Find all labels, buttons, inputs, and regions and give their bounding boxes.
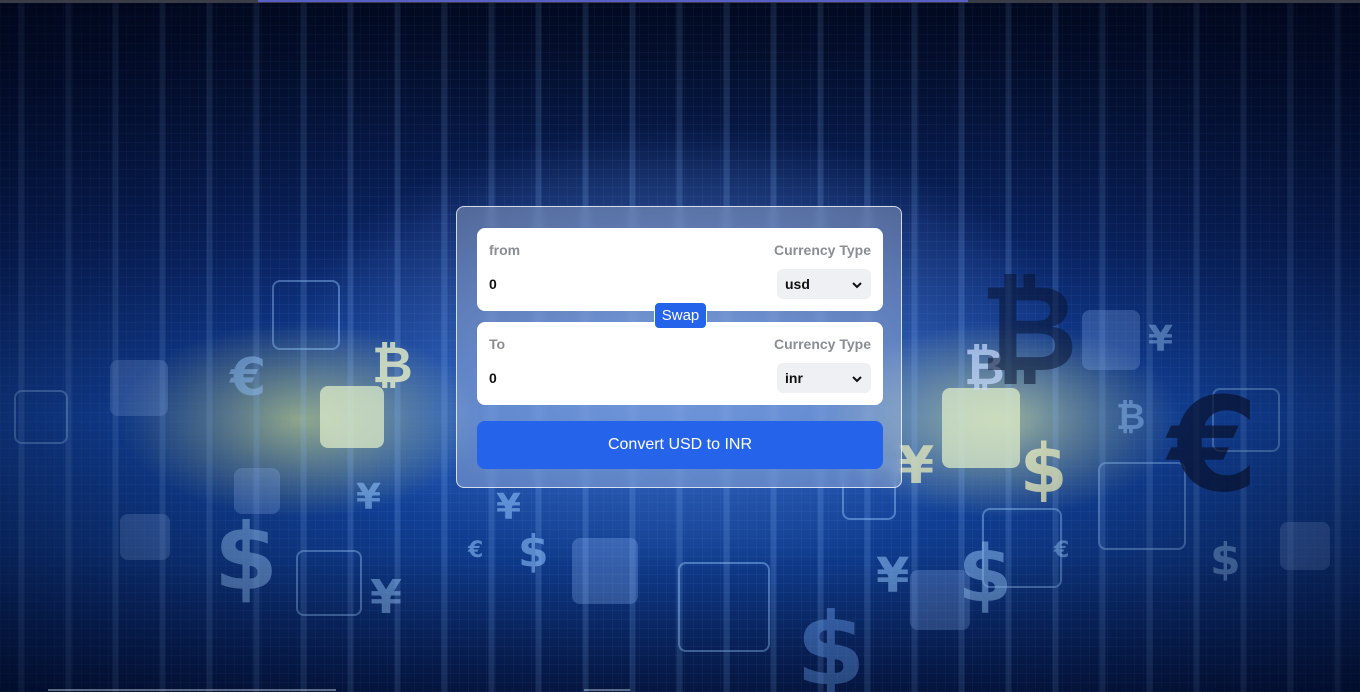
to-panel: To Currency Type inr bbox=[477, 322, 883, 405]
to-currency-type-label: Currency Type bbox=[774, 336, 871, 352]
top-progress-accent bbox=[258, 0, 968, 2]
swap-button[interactable]: Swap bbox=[654, 302, 707, 329]
from-currency-select[interactable]: usd bbox=[777, 269, 871, 299]
to-currency-selected-value: inr bbox=[785, 370, 803, 386]
chevron-down-icon bbox=[851, 372, 863, 384]
to-label: To bbox=[489, 336, 506, 352]
to-currency-select[interactable]: inr bbox=[777, 363, 871, 393]
chevron-down-icon bbox=[851, 278, 863, 290]
from-panel: from Currency Type usd bbox=[477, 228, 883, 311]
from-label: from bbox=[489, 242, 521, 258]
bottom-scrollbar-thumb bbox=[584, 689, 630, 691]
from-amount-input[interactable] bbox=[489, 273, 689, 295]
from-currency-selected-value: usd bbox=[785, 276, 810, 292]
bottom-scrollbar-thumb bbox=[48, 689, 336, 691]
from-currency-type-label: Currency Type bbox=[774, 242, 871, 258]
converter-card: from Currency Type usd To Currency Type … bbox=[456, 206, 902, 488]
convert-button[interactable]: Convert USD to INR bbox=[477, 421, 883, 469]
to-amount-input[interactable] bbox=[489, 367, 689, 389]
